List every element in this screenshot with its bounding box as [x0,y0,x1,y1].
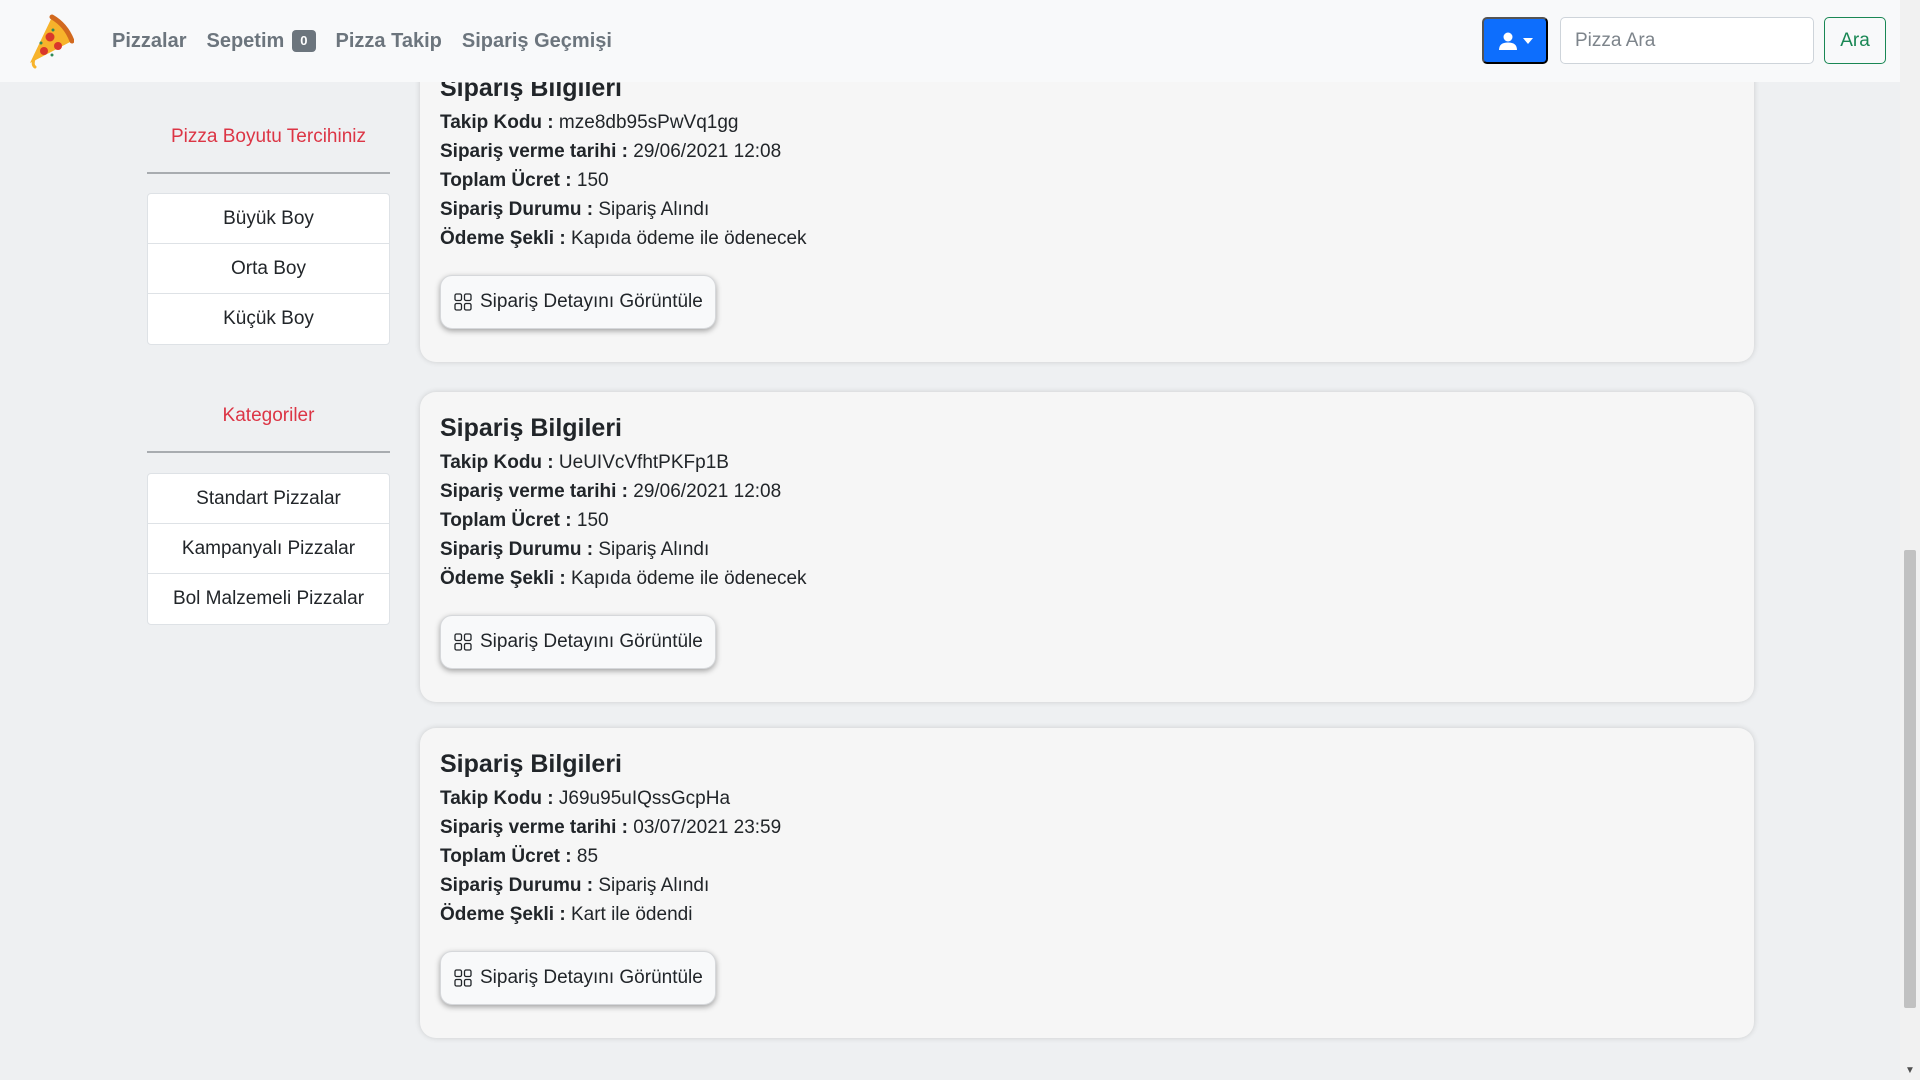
order-status-value: Sipariş Alındı [598,199,710,220]
navbar: Pizzalar Sepetim 0 Pizza Takip Sipariş G… [0,0,1900,82]
payment-method-value: Kapıda ödeme ile ödenecek [570,568,807,589]
payment-method-label: Ödeme Şekli : [440,904,566,925]
grid-icon [454,969,472,987]
order-date-row: Sipariş verme tarihi : 03/07/2021 23:59 [440,813,1734,842]
grid-icon [454,633,472,651]
category-item-standart[interactable]: Standart Pizzalar [148,474,389,524]
total-price-row: Toplam Ücret : 150 [440,166,1734,195]
user-menu-button[interactable] [1482,17,1548,64]
total-price-row: Toplam Ücret : 85 [440,842,1734,871]
pizza-logo-icon[interactable] [22,11,74,71]
size-divider [147,172,390,174]
view-order-detail-button[interactable]: Sipariş Detayını Görüntüle [440,275,716,329]
caret-down-icon [1522,37,1533,44]
pizza-search-input[interactable] [1560,17,1814,64]
total-price-row: Toplam Ücret : 150 [440,506,1734,535]
tracking-code-label: Takip Kodu : [440,112,554,133]
order-date-label: Sipariş verme tarihi : [440,481,628,502]
order-status-label: Sipariş Durumu : [440,199,594,220]
payment-method-row: Ödeme Şekli : Kapıda ödeme ile ödenecek [440,224,1734,253]
view-order-detail-label: Sipariş Detayını Görüntüle [480,967,703,988]
order-status-label: Sipariş Durumu : [440,875,594,896]
categories-title: Kategoriler [222,405,315,426]
order-card: Sipariş Bilgileri Takip Kodu : mze8db95s… [420,52,1754,362]
total-price-value: 150 [576,510,609,531]
nav-pizzalar-link[interactable]: Pizzalar [112,30,186,53]
size-list: Büyük Boy Orta Boy Küçük Boy [147,193,390,345]
tracking-code-label: Takip Kodu : [440,452,554,473]
size-preference-title: Pizza Boyutu Tercihiniz [170,126,367,147]
user-icon [1498,32,1517,50]
order-status-label: Sipariş Durumu : [440,539,594,560]
tracking-code-value: UeUIVcVfhtPKFp1B [558,452,729,473]
order-date-value: 29/06/2021 12:08 [633,481,782,502]
order-status-row: Sipariş Durumu : Sipariş Alındı [440,871,1734,900]
search-button[interactable]: Ara [1824,17,1886,64]
payment-method-value: Kapıda ödeme ile ödenecek [570,228,807,249]
order-card-title: Sipariş Bilgileri [440,750,623,778]
order-card-title: Sipariş Bilgileri [440,414,623,442]
order-status-value: Sipariş Alındı [598,875,710,896]
category-list: Standart Pizzalar Kampanyalı Pizzalar Bo… [147,473,390,625]
scrollbar-thumb[interactable] [1904,550,1916,1008]
scroll-down-arrow-icon[interactable]: ▼ [1905,1065,1915,1076]
nav-right-group: Ara [1482,17,1886,64]
page-scrollbar[interactable]: ▼ [1900,0,1920,1080]
tracking-code-value: J69u95uIQssGcpHa [558,788,731,809]
payment-method-row: Ödeme Şekli : Kapıda ödeme ile ödenecek [440,564,1734,593]
order-date-value: 29/06/2021 12:08 [633,141,782,162]
payment-method-row: Ödeme Şekli : Kart ile ödendi [440,900,1734,929]
category-item-kampanyali[interactable]: Kampanyalı Pizzalar [148,524,389,574]
order-date-row: Sipariş verme tarihi : 29/06/2021 12:08 [440,137,1734,166]
payment-method-label: Ödeme Şekli : [440,228,566,249]
total-price-value: 150 [576,170,609,191]
grid-icon [454,293,472,311]
size-item-buyuk[interactable]: Büyük Boy [148,194,389,244]
tracking-code-value: mze8db95sPwVq1gg [558,112,739,133]
tracking-code-label: Takip Kodu : [440,788,554,809]
payment-method-value: Kart ile ödendi [570,904,693,925]
total-price-value: 85 [576,846,599,867]
nav-sepetim-label: Sepetim [206,29,285,52]
total-price-label: Toplam Ücret : [440,170,572,191]
view-order-detail-button[interactable]: Sipariş Detayını Görüntüle [440,615,716,669]
order-card: Sipariş Bilgileri Takip Kodu : J69u95uIQ… [420,728,1754,1038]
view-order-detail-button[interactable]: Sipariş Detayını Görüntüle [440,951,716,1005]
view-order-detail-label: Sipariş Detayını Görüntüle [480,631,703,652]
order-card: Sipariş Bilgileri Takip Kodu : UeUIVcVfh… [420,392,1754,702]
order-date-value: 03/07/2021 23:59 [633,817,782,838]
cart-count-badge: 0 [292,30,316,52]
tracking-code-row: Takip Kodu : UeUIVcVfhtPKFp1B [440,448,1734,477]
category-item-bol-malzemeli[interactable]: Bol Malzemeli Pizzalar [148,574,389,624]
order-status-value: Sipariş Alındı [598,539,710,560]
total-price-label: Toplam Ücret : [440,846,572,867]
order-status-row: Sipariş Durumu : Sipariş Alındı [440,535,1734,564]
size-item-kucuk[interactable]: Küçük Boy [148,294,389,344]
tracking-code-row: Takip Kodu : mze8db95sPwVq1gg [440,108,1734,137]
categories-divider [147,451,390,453]
order-status-row: Sipariş Durumu : Sipariş Alındı [440,195,1734,224]
nav-siparis-gecmisi-link[interactable]: Sipariş Geçmişi [462,30,612,53]
nav-sepetim-link[interactable]: Sepetim 0 [206,29,316,53]
total-price-label: Toplam Ücret : [440,510,572,531]
view-order-detail-label: Sipariş Detayını Görüntüle [480,291,703,312]
nav-pizza-takip-link[interactable]: Pizza Takip [336,30,442,53]
order-date-label: Sipariş verme tarihi : [440,817,628,838]
size-item-orta[interactable]: Orta Boy [148,244,389,294]
order-date-label: Sipariş verme tarihi : [440,141,628,162]
tracking-code-row: Takip Kodu : J69u95uIQssGcpHa [440,784,1734,813]
payment-method-label: Ödeme Şekli : [440,568,566,589]
order-date-row: Sipariş verme tarihi : 29/06/2021 12:08 [440,477,1734,506]
